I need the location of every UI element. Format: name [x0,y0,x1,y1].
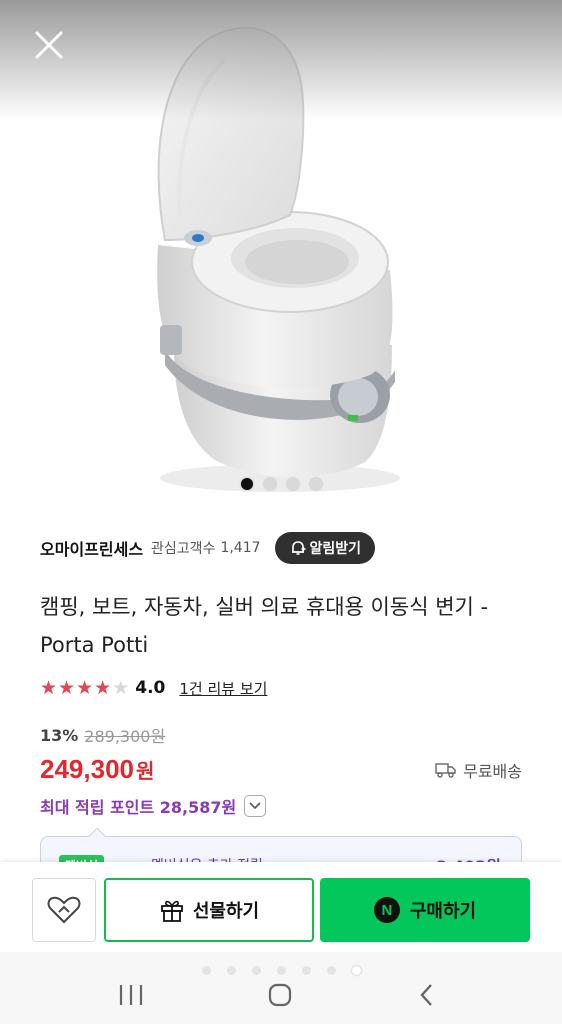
max-points: 최대 적립 포인트 28,587원 [40,798,237,817]
gift-label: 선물하기 [192,901,260,922]
page-dot [201,966,211,975]
star-rating: ★ ★ ★ ★ ★ [40,676,130,699]
image-top-gradient [0,0,562,120]
buy-button[interactable]: N 구매하기 [320,878,530,942]
chevron-down-icon [249,802,261,810]
follower-label: 관심고객수 [151,541,216,557]
notify-label: 알림받기 [309,541,362,557]
home-icon [268,983,292,1007]
product-title: 캠핑, 보트, 자동차, 실버 의료 휴대용 이동식 변기 - Porta Po… [40,595,489,657]
point-row: 최대 적립 포인트 28,587원 [40,794,267,818]
product-detail-screen: 오마이프린세스 관심고객수 1,417 알림받기 캠핑, 보트, 자동차, 실버… [0,0,562,1024]
back-button[interactable] [404,978,450,1012]
close-button[interactable] [26,22,72,68]
product-image-gallery[interactable] [0,0,562,510]
star-filled-icon: ★ [40,676,58,699]
purchase-action-bar: 선물하기 N 구매하기 [0,862,562,952]
page-dot [326,966,336,975]
back-icon [420,984,432,1006]
gallery-pagination [0,478,562,490]
shipping-info: 무료배송 [435,758,522,782]
discount-percent: 13% [40,725,79,745]
gift-icon [160,900,183,922]
home-button[interactable] [257,978,303,1012]
page-dot [301,966,311,975]
sale-price: 249,300 [40,754,134,784]
home-page-indicator [0,966,562,975]
review-link[interactable]: 1건 리뷰 보기 [179,678,267,699]
rating-value: 4.0 [135,678,166,698]
buy-label: 구매하기 [409,901,477,922]
points-expand-button[interactable] [244,795,267,817]
bell-plus-icon [291,541,306,555]
heart-icon [47,896,81,924]
rating-row: ★ ★ ★ ★ ★ 4.0 1건 리뷰 보기 [40,676,267,700]
wishlist-button[interactable] [32,878,96,942]
seller-row: 오마이프린세스 관심고객수 1,417 알림받기 [40,530,522,566]
original-price: 289,300원 [84,727,166,746]
star-filled-icon: ★ [94,676,112,699]
page-dot [226,966,236,975]
price-row: 249,300 원 [40,754,154,785]
recent-apps-icon [119,985,143,1005]
seller-name[interactable]: 오마이프린세스 [40,536,143,560]
notify-button[interactable]: 알림받기 [274,532,376,564]
star-filled-icon: ★ [76,676,94,699]
follower-count: 1,417 [220,540,261,556]
gallery-dot-active[interactable] [240,478,253,490]
gallery-dot[interactable] [286,478,299,490]
gallery-dot[interactable] [309,478,322,490]
discount-row: 13% 289,300원 [40,723,165,747]
page-dot [276,966,286,975]
system-navigation-bar [0,952,562,1024]
price-unit: 원 [135,759,155,783]
truck-icon [435,763,456,778]
naver-n-icon: N [373,897,400,923]
recent-apps-button[interactable] [108,978,154,1012]
page-dot-active [351,966,361,975]
star-empty-icon: ★ [112,676,130,699]
membership-box-pointer [88,827,106,845]
close-icon [35,31,63,59]
gift-button[interactable]: 선물하기 [104,878,314,942]
gallery-dot[interactable] [263,478,276,490]
star-filled-icon: ★ [58,676,76,699]
shipping-label: 무료배송 [463,762,522,781]
page-dot [251,966,261,975]
